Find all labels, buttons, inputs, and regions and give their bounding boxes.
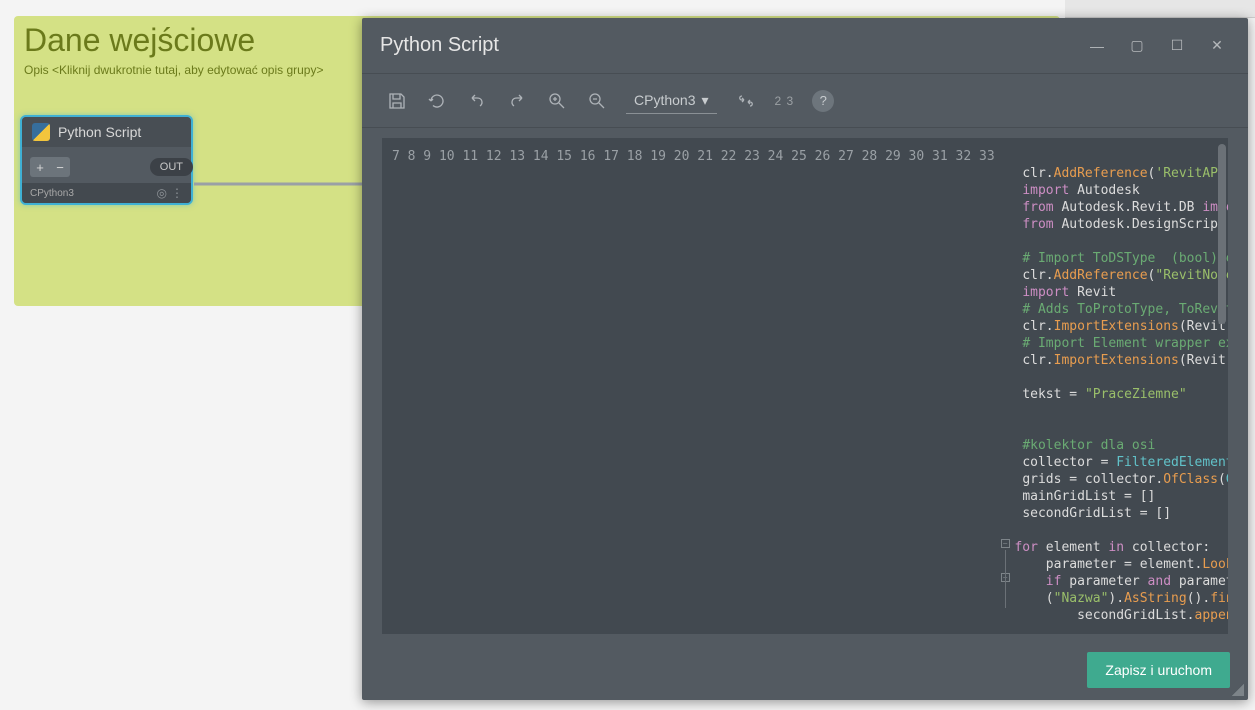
minimize-button[interactable]: — (1084, 33, 1110, 59)
revert-icon[interactable] (426, 90, 448, 112)
preview-toggle-icon[interactable]: ◎ (157, 186, 167, 200)
connection-wire (194, 182, 374, 186)
save-icon[interactable] (386, 90, 408, 112)
node-header[interactable]: Python Script (22, 117, 191, 147)
node-footer: CPython3 ◎ ⋮ (22, 183, 191, 203)
editor-toolbar: CPython3 ▾ 2 3 ? (362, 74, 1248, 128)
out-port[interactable]: OUT (150, 158, 193, 176)
python-editor-window: Python Script — ▢ ☐ ✕ CPython3 ▾ (362, 18, 1248, 700)
node-title: Python Script (58, 124, 141, 140)
python-icon (32, 123, 50, 141)
undo-icon[interactable] (466, 90, 488, 112)
node-port-buttons: + − (30, 157, 70, 177)
line-gutter: 7 8 9 10 11 12 13 14 15 16 17 18 19 20 2… (382, 138, 1001, 634)
partial-panel (1065, 0, 1255, 18)
python-node[interactable]: Python Script + − OUT CPython3 ◎ ⋮ (20, 115, 193, 205)
titlebar[interactable]: Python Script — ▢ ☐ ✕ (362, 18, 1248, 74)
vertical-scrollbar[interactable] (1218, 144, 1226, 324)
chevron-down-icon: ▾ (701, 92, 708, 109)
maximize-button[interactable]: ☐ (1164, 33, 1190, 59)
engine-dropdown[interactable]: CPython3 ▾ (626, 88, 717, 114)
resize-grip[interactable] (1232, 684, 1244, 696)
convert-icon[interactable] (735, 90, 757, 112)
editor-footer: Zapisz i uruchom (362, 644, 1248, 700)
zoom-in-icon[interactable] (546, 90, 568, 112)
zoom-out-icon[interactable] (586, 90, 608, 112)
save-and-run-button[interactable]: Zapisz i uruchom (1087, 652, 1230, 688)
engine-label: CPython3 (634, 92, 695, 108)
help-button[interactable]: ? (812, 90, 834, 112)
node-body: + − OUT (22, 147, 191, 183)
node-menu-icon[interactable]: ⋮ (171, 186, 183, 200)
remove-input-button[interactable]: − (50, 157, 70, 177)
line-column-indicator: 2 3 (775, 94, 795, 108)
restore-button[interactable]: ▢ (1124, 33, 1150, 59)
close-button[interactable]: ✕ (1204, 33, 1230, 59)
redo-icon[interactable] (506, 90, 528, 112)
node-engine-label: CPython3 (30, 188, 74, 199)
window-title: Python Script (380, 34, 499, 57)
code-content[interactable]: − − clr.AddReference('RevitAPI') import … (1001, 138, 1228, 634)
code-editor[interactable]: 7 8 9 10 11 12 13 14 15 16 17 18 19 20 2… (382, 138, 1228, 634)
fold-handle[interactable]: − (1001, 539, 1010, 548)
add-input-button[interactable]: + (30, 157, 50, 177)
window-controls: — ▢ ☐ ✕ (1084, 33, 1230, 59)
